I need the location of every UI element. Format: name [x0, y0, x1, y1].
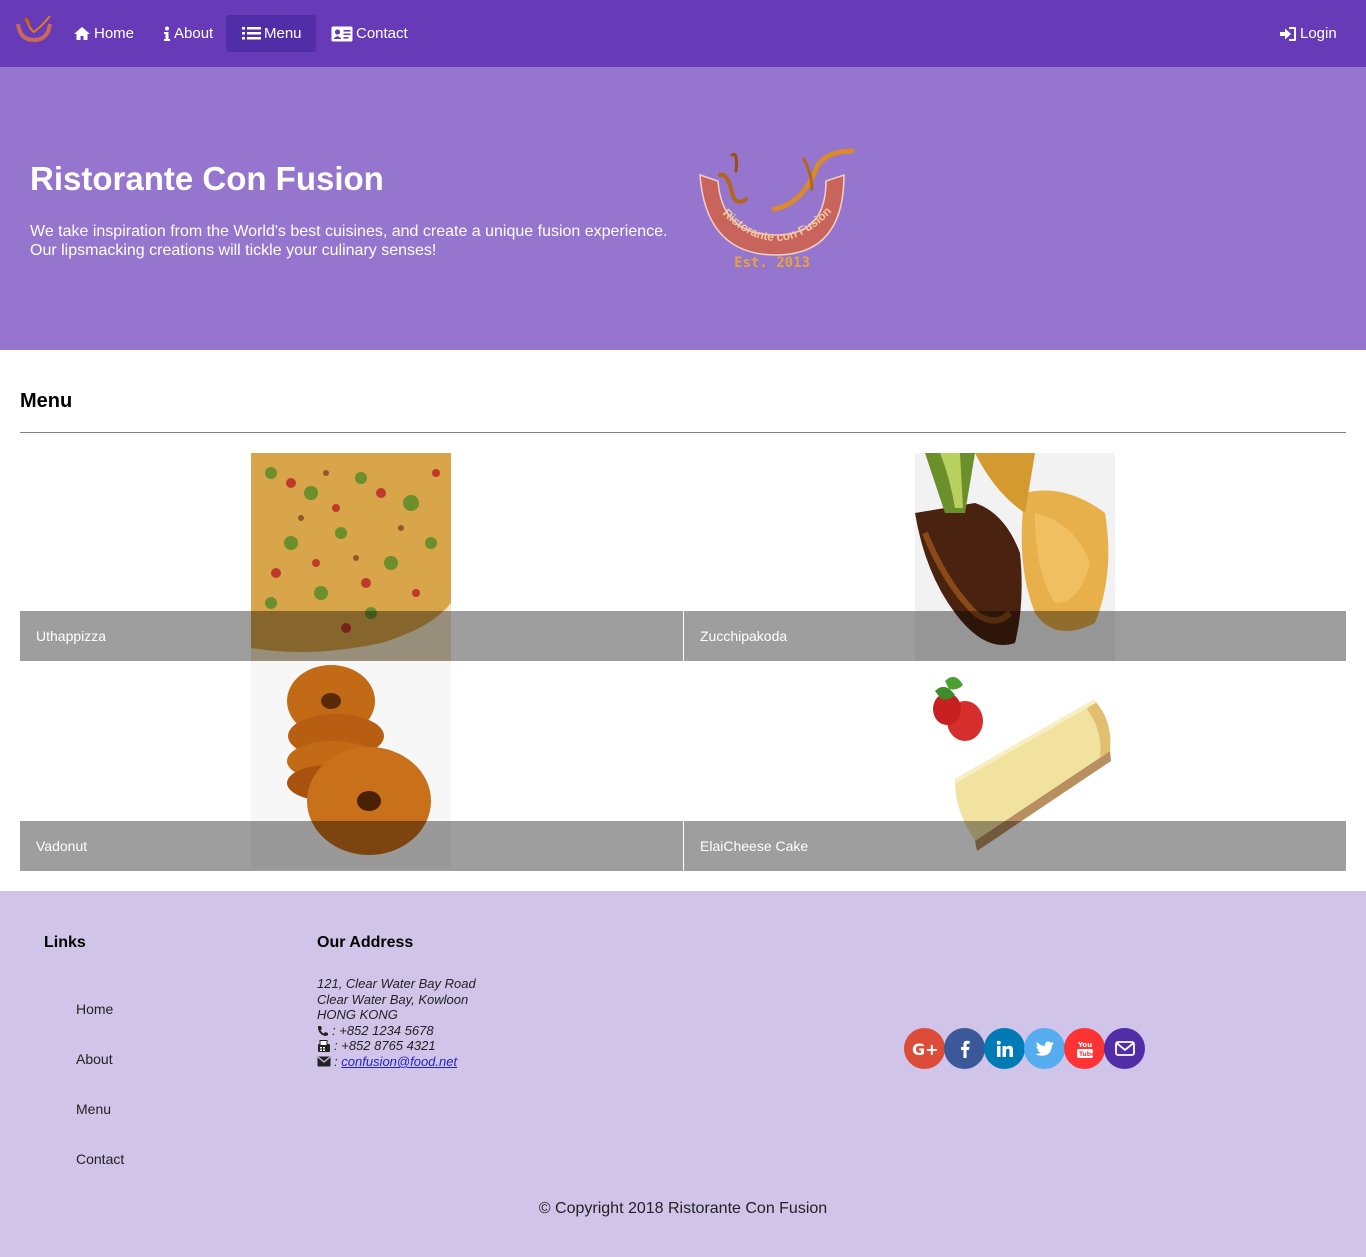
nav-menu[interactable]: Menu: [226, 15, 316, 52]
address-line: Clear Water Bay, Kowloon: [317, 991, 469, 1007]
envelope-icon: [1114, 1041, 1135, 1056]
dish-tile-vadonut[interactable]: Vadonut: [20, 661, 683, 871]
svg-text:Tube: Tube: [1079, 1051, 1094, 1058]
dish-caption-bar: Uthappizza: [20, 611, 683, 661]
svg-text:G+: G+: [912, 1040, 938, 1058]
restaurant-title: Ristorante Con Fusion: [30, 160, 384, 197]
nav-home[interactable]: Home: [63, 15, 144, 52]
sign-in-icon: [1280, 26, 1296, 41]
login-label: Login: [1300, 25, 1337, 42]
nav-home-label: Home: [94, 25, 135, 42]
dish-name: Uthappizza: [36, 628, 107, 644]
twitter-button[interactable]: [1024, 1028, 1065, 1069]
dish-caption-bar: Vadonut: [20, 821, 683, 871]
footer-link-contact[interactable]: Contact: [76, 1151, 124, 1167]
fax-number: : +852 8765 4321: [334, 1038, 436, 1054]
nav-menu-label: Menu: [264, 25, 302, 42]
brand-logo[interactable]: [14, 14, 54, 46]
address-line: HONG KONG: [317, 1007, 398, 1023]
facebook-button[interactable]: [944, 1028, 985, 1069]
facebook-icon: [960, 1040, 970, 1058]
phone-number: : +852 1234 5678: [332, 1022, 434, 1038]
nav-contact[interactable]: Contact: [321, 15, 418, 52]
nav-about[interactable]: About: [153, 15, 223, 52]
email-line: : confusion@food.net: [317, 1054, 476, 1070]
youtube-icon: You Tube: [1076, 1041, 1094, 1058]
linkedin-icon: [996, 1040, 1013, 1057]
envelope-icon: [317, 1056, 331, 1067]
address-heading: Our Address: [317, 934, 414, 951]
description-line-2: Our lipsmacking creations will tickle yo…: [30, 242, 437, 259]
links-heading: Links: [44, 934, 86, 951]
menu-heading: Menu: [20, 390, 73, 412]
jumbotron: Ristorante Con Fusion We take inspiratio…: [0, 67, 1366, 350]
social-links: G+ You Tube: [904, 1028, 1145, 1069]
fax-icon: [318, 1039, 330, 1052]
navbar: Home About Menu Contact Login: [0, 0, 1366, 67]
address-card-icon: [331, 26, 353, 41]
fax-line: : +852 8765 4321: [317, 1038, 476, 1054]
dish-name: Zucchipakoda: [700, 628, 788, 644]
login-button[interactable]: Login: [1269, 15, 1347, 52]
dish-tile-uthappizza[interactable]: Uthappizza: [20, 453, 683, 661]
logo-est: Est. 2013: [734, 255, 810, 271]
twitter-icon: [1035, 1041, 1054, 1056]
linkedin-button[interactable]: [984, 1028, 1025, 1069]
description-line-1: We take inspiration from the World's bes…: [30, 223, 668, 240]
phone-line: : +852 1234 5678: [317, 1023, 476, 1039]
email-prefix: :: [334, 1053, 338, 1069]
dish-tile-elaicheese-cake[interactable]: ElaiCheese Cake: [684, 661, 1346, 871]
restaurant-logo: Ristorante con Fusion Est. 2013: [699, 148, 855, 271]
dish-tile-zucchipakoda[interactable]: Zucchipakoda: [684, 453, 1346, 661]
list-icon: [242, 27, 261, 40]
dish-caption-bar: ElaiCheese Cake: [684, 821, 1346, 871]
divider: [20, 432, 1346, 433]
google-plus-button[interactable]: G+: [904, 1028, 945, 1069]
footer: Links Home About Menu Contact Our Addres…: [0, 891, 1366, 1257]
nav-contact-label: Contact: [356, 25, 408, 42]
restaurant-description: We take inspiration from the World's bes…: [30, 222, 690, 260]
dish-name: Vadonut: [36, 838, 88, 854]
email-button[interactable]: [1104, 1028, 1145, 1069]
email-link[interactable]: confusion@food.net: [341, 1054, 457, 1070]
footer-link-home[interactable]: Home: [76, 1001, 113, 1017]
footer-link-about[interactable]: About: [76, 1051, 113, 1067]
address-line: 121, Clear Water Bay Road: [317, 976, 476, 991]
home-icon: [74, 27, 90, 40]
dish-name: ElaiCheese Cake: [700, 838, 809, 854]
info-icon: [164, 26, 170, 41]
nav-about-label: About: [174, 25, 214, 42]
dish-caption-bar: Zucchipakoda: [684, 611, 1346, 661]
google-plus-icon: G+: [912, 1040, 938, 1058]
copyright: © Copyright 2018 Ristorante Con Fusion: [538, 1200, 828, 1217]
svg-text:You: You: [1077, 1041, 1092, 1049]
youtube-button[interactable]: You Tube: [1064, 1028, 1105, 1069]
address-block: 121, Clear Water Bay Road Clear Water Ba…: [317, 976, 476, 1070]
footer-link-menu[interactable]: Menu: [76, 1101, 111, 1117]
phone-icon: [318, 1025, 328, 1036]
